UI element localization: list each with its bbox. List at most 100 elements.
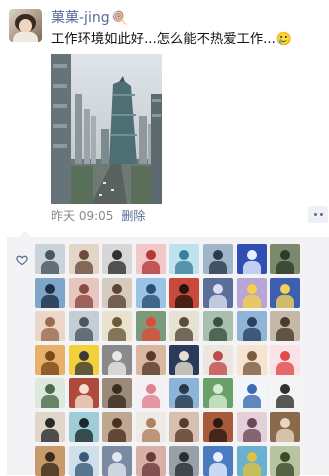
- avatar-head: [112, 283, 123, 294]
- liker-avatar[interactable]: [270, 344, 301, 375]
- avatar-body: [74, 462, 93, 476]
- liker-avatar[interactable]: [202, 277, 233, 308]
- avatar-head: [212, 384, 223, 395]
- liker-avatar[interactable]: [202, 411, 233, 442]
- city-skyline-image: [51, 54, 162, 204]
- liker-avatar[interactable]: [202, 311, 233, 342]
- avatar-body: [108, 395, 127, 409]
- avatar-body: [41, 428, 59, 442]
- liker-avatar[interactable]: [68, 277, 99, 308]
- avatar-body: [276, 328, 295, 342]
- avatar-body: [74, 294, 93, 308]
- liker-avatar[interactable]: [270, 244, 301, 274]
- avatar-body: [175, 294, 194, 308]
- avatar-head: [246, 417, 257, 428]
- tearful-smile-emoji-icon: 🥲: [275, 32, 293, 47]
- liker-avatar[interactable]: [102, 311, 133, 342]
- liker-avatar[interactable]: [202, 344, 233, 375]
- liker-avatar[interactable]: [169, 244, 200, 274]
- avatar-head: [246, 350, 257, 361]
- liker-avatar[interactable]: [102, 244, 133, 274]
- liker-avatar[interactable]: [68, 411, 99, 442]
- liker-avatar[interactable]: [35, 344, 65, 375]
- liker-avatar[interactable]: [270, 411, 301, 442]
- liker-avatar[interactable]: [35, 378, 65, 409]
- avatar-body: [41, 361, 59, 375]
- liker-avatar[interactable]: [102, 445, 133, 476]
- avatar-head: [280, 283, 291, 294]
- liker-avatar[interactable]: [202, 244, 233, 274]
- liker-avatar[interactable]: [270, 378, 301, 409]
- liker-avatar[interactable]: [102, 344, 133, 375]
- avatar-head: [179, 417, 190, 428]
- avatar-body: [141, 294, 160, 308]
- avatar-body: [276, 294, 295, 308]
- avatar-body: [108, 261, 127, 274]
- liker-avatar[interactable]: [270, 277, 301, 308]
- avatar-head: [145, 283, 156, 294]
- avatar-head: [145, 250, 156, 260]
- liker-avatar[interactable]: [135, 311, 166, 342]
- post-photo[interactable]: [51, 54, 162, 204]
- liker-avatar[interactable]: [35, 311, 65, 342]
- liker-avatar[interactable]: [236, 277, 267, 308]
- liker-avatar[interactable]: [135, 244, 166, 274]
- delete-link[interactable]: 删除: [121, 209, 145, 223]
- liker-avatar[interactable]: [68, 311, 99, 342]
- avatar-head: [179, 384, 190, 395]
- liker-avatar[interactable]: [270, 311, 301, 342]
- liker-avatar[interactable]: [68, 344, 99, 375]
- avatar-body: [208, 261, 227, 274]
- avatar-body: [74, 361, 93, 375]
- more-actions-button[interactable]: [308, 206, 328, 223]
- avatar-head: [112, 417, 123, 428]
- liker-avatar[interactable]: [169, 277, 200, 308]
- avatar-body: [276, 361, 295, 375]
- liker-avatar[interactable]: [135, 378, 166, 409]
- avatar-body: [141, 361, 160, 375]
- liker-avatar[interactable]: [169, 378, 200, 409]
- liker-avatar[interactable]: [68, 445, 99, 476]
- liker-avatar[interactable]: [68, 378, 99, 409]
- liker-avatar[interactable]: [35, 445, 65, 476]
- liker-avatar[interactable]: [135, 344, 166, 375]
- avatar-body: [175, 428, 194, 442]
- liker-avatar[interactable]: [236, 378, 267, 409]
- liker-avatar[interactable]: [68, 244, 99, 274]
- avatar-body: [208, 395, 227, 409]
- avatar-body: [74, 428, 93, 442]
- avatar-body: [141, 395, 160, 409]
- liker-avatar[interactable]: [169, 411, 200, 442]
- liker-avatar[interactable]: [202, 378, 233, 409]
- liker-avatar[interactable]: [236, 411, 267, 442]
- poster-avatar[interactable]: [9, 9, 42, 42]
- avatar-head: [45, 417, 55, 428]
- liker-avatar[interactable]: [35, 244, 65, 274]
- liker-avatar[interactable]: [236, 311, 267, 342]
- liker-avatar[interactable]: [236, 445, 267, 476]
- avatar-body: [141, 462, 160, 476]
- liker-avatar[interactable]: [135, 445, 166, 476]
- avatar-body: [175, 395, 194, 409]
- liker-avatar[interactable]: [102, 378, 133, 409]
- liker-avatar[interactable]: [35, 277, 65, 308]
- avatar-body: [242, 395, 261, 409]
- liker-avatar[interactable]: [135, 277, 166, 308]
- liker-avatar[interactable]: [236, 344, 267, 375]
- post-text: 工作环境如此好...怎么能不热爱工作...🥲: [51, 30, 292, 50]
- avatar-head: [45, 317, 55, 328]
- poster-nickname[interactable]: 菓菓-jing 🍭: [51, 8, 128, 28]
- liker-avatar[interactable]: [102, 411, 133, 442]
- avatar-head: [212, 451, 223, 462]
- liker-avatar[interactable]: [202, 445, 233, 476]
- liker-avatar[interactable]: [169, 311, 200, 342]
- liker-avatar[interactable]: [270, 445, 301, 476]
- liker-avatar[interactable]: [236, 244, 267, 274]
- liker-avatar[interactable]: [169, 344, 200, 375]
- liker-avatar[interactable]: [169, 445, 200, 476]
- avatar-head: [280, 350, 291, 361]
- liker-avatar[interactable]: [135, 411, 166, 442]
- liker-avatar[interactable]: [102, 277, 133, 308]
- liker-avatar[interactable]: [35, 411, 65, 442]
- avatar-body: [175, 261, 194, 274]
